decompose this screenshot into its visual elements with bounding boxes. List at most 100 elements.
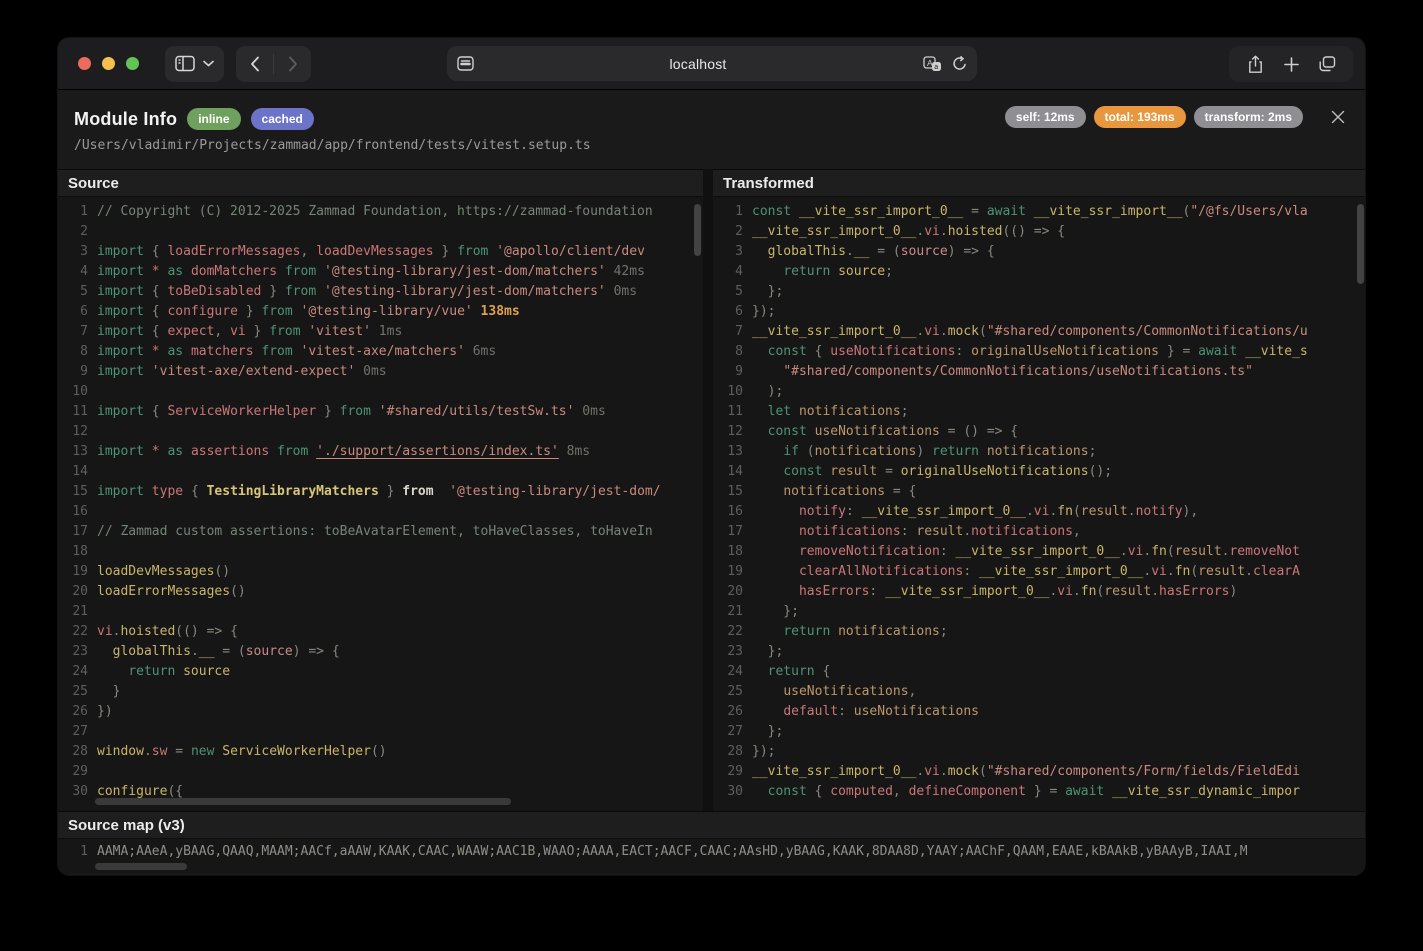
transformed-vertical-scrollbar[interactable] (1357, 204, 1364, 284)
code-line: 18 (58, 542, 703, 562)
code-line: 13 import * as assertions from './support… (58, 442, 703, 462)
close-window-button[interactable] (78, 57, 91, 70)
code-text: import { ServiceWorkerHelper } from '#sh… (97, 404, 606, 419)
code-line: 3 import { loadErrorMessages, loadDevMess… (58, 242, 703, 262)
code-text: globalThis.__ = (source) => { (112, 644, 340, 659)
line-number: 25 (72, 684, 88, 699)
share-icon[interactable] (1241, 46, 1269, 82)
code-panels: Source 1 // Copyright (C) 2012-2025 Zamma… (58, 169, 1365, 811)
code-text: import 'vitest-axe/extend-expect' 0ms (97, 364, 387, 379)
code-line: 26}) (58, 702, 703, 722)
minimize-window-button[interactable] (102, 57, 115, 70)
code-text: }); (752, 744, 776, 759)
code-line: 9 import 'vitest-axe/extend-expect' 0ms (58, 362, 703, 382)
code-line: 28 window.sw = new ServiceWorkerHelper() (58, 742, 703, 762)
tab-overview-icon[interactable] (1313, 46, 1341, 82)
line-number: 28 (727, 744, 743, 759)
timing-badge-self: self: 12ms (1004, 106, 1086, 128)
line-number: 13 (72, 444, 88, 459)
sidebar-toggle-group[interactable] (165, 45, 224, 82)
line-number: 6 (735, 304, 743, 319)
code-text: hasErrors: __vite_ssr_import_0__.vi.fn(r… (798, 584, 1238, 599)
code-text: loadDevMessages() (97, 564, 231, 579)
code-text: import * as matchers from 'vitest-axe/ma… (97, 344, 497, 359)
code-line: 27 (58, 722, 703, 742)
line-number: 26 (727, 704, 743, 719)
sourcemap-horizontal-scrollbar[interactable] (95, 863, 187, 870)
code-line: 9 "#shared/components/CommonNotification… (713, 362, 1365, 382)
browser-window: localhost A a Module Info inline cached … (58, 38, 1365, 875)
module-file-path: /Users/vladimir/Projects/zammad/app/fron… (74, 138, 591, 153)
sourcemap-code[interactable]: 1 AAMA;AAeA,yBAAG,QAAQ,MAAM;AACf,aAAW,KAA… (58, 839, 1365, 874)
source-horizontal-scrollbar[interactable] (95, 798, 511, 805)
code-line: 1 const __vite_ssr_import_0__ = await __v… (713, 202, 1365, 222)
url-text[interactable]: localhost (474, 56, 923, 72)
code-line: 12 const useNotifications = () => { (713, 422, 1365, 442)
line-number: 1 (80, 204, 88, 219)
code-text: const useNotifications = () => { (767, 424, 1019, 439)
code-text: window.sw = new ServiceWorkerHelper() (97, 744, 387, 759)
line-number: 1 (735, 204, 743, 219)
sidebar-icon[interactable] (175, 55, 195, 72)
code-line: 30 const { computed, defineComponent } =… (713, 782, 1365, 802)
code-text: // Zammad custom assertions: toBeAvatarE… (97, 524, 653, 539)
code-line: 13 if (notifications) return notificatio… (713, 442, 1365, 462)
code-text: loadErrorMessages() (97, 584, 246, 599)
source-vertical-scrollbar[interactable] (694, 204, 701, 256)
svg-text:a: a (934, 64, 938, 71)
source-code[interactable]: 1 // Copyright (C) 2012-2025 Zammad Found… (58, 197, 703, 811)
line-number: 11 (72, 404, 88, 419)
translate-icon[interactable]: A a (922, 55, 942, 72)
code-text: default: useNotifications (783, 704, 979, 719)
code-line: 10 ); (713, 382, 1365, 402)
code-line: 15 notifications = { (713, 482, 1365, 502)
code-line: 21 }; (713, 602, 1365, 622)
code-line: 4 import * as domMatchers from '@testing-… (58, 262, 703, 282)
line-number: 6 (80, 304, 88, 319)
code-line: 27 }; (713, 722, 1365, 742)
forward-button[interactable] (274, 46, 311, 82)
back-button[interactable] (236, 46, 273, 82)
new-tab-icon[interactable] (1277, 46, 1305, 82)
line-number: 17 (72, 524, 88, 539)
code-text: import * as assertions from './support/a… (97, 444, 591, 459)
code-text: }; (752, 284, 784, 299)
code-line: 28}); (713, 742, 1365, 762)
code-line: 25 } (58, 682, 703, 702)
code-line: 11 let notifications; (713, 402, 1365, 422)
reload-icon[interactable] (952, 55, 967, 72)
zoom-window-button[interactable] (126, 57, 139, 70)
page-format-icon[interactable] (456, 56, 474, 71)
line-number: 1 (80, 844, 88, 859)
module-link[interactable]: './support/assertions/index.ts' (316, 444, 559, 459)
close-panel-button[interactable] (1327, 106, 1349, 128)
sourcemap-panel: Source map (v3) 1 AAMA;AAeA,yBAAG,QAAQ,MA… (58, 811, 1365, 874)
code-line: 8 import * as matchers from 'vitest-axe/m… (58, 342, 703, 362)
code-text: }; (752, 644, 784, 659)
panel-divider (703, 169, 713, 811)
code-text: clearAllNotifications: __vite_ssr_import… (798, 564, 1300, 579)
chevron-down-icon[interactable] (203, 60, 214, 67)
source-panel-title: Source (58, 169, 703, 197)
code-line: 19 loadDevMessages() (58, 562, 703, 582)
line-number: 19 (72, 564, 88, 579)
line-number: 20 (72, 584, 88, 599)
code-text: const result = originalUseNotifications(… (783, 464, 1113, 479)
code-text: return { (767, 664, 831, 679)
line-number: 16 (727, 504, 743, 519)
code-line: 6}); (713, 302, 1365, 322)
code-text: notifications: result.notifications, (798, 524, 1081, 539)
line-number: 21 (727, 604, 743, 619)
code-text: globalThis.__ = (source) => { (767, 244, 995, 259)
code-line: 23 }; (713, 642, 1365, 662)
line-number: 16 (72, 504, 88, 519)
code-line: 23 globalThis.__ = (source) => { (58, 642, 703, 662)
line-number: 30 (727, 784, 743, 799)
address-bar[interactable]: localhost A a (446, 46, 977, 81)
code-line: 26 default: useNotifications (713, 702, 1365, 722)
transformed-code[interactable]: 1 const __vite_ssr_import_0__ = await __v… (713, 197, 1365, 811)
line-number: 19 (727, 564, 743, 579)
line-number: 30 (72, 784, 88, 799)
line-number: 21 (72, 604, 88, 619)
line-number: 24 (72, 664, 88, 679)
